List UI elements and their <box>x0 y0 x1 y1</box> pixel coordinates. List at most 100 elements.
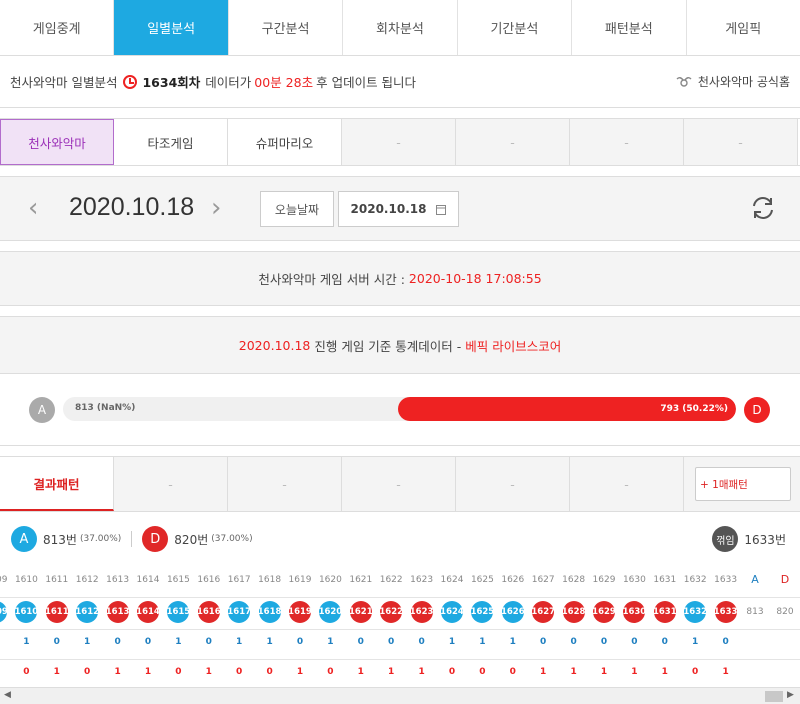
result-ball-cell[interactable]: 1631 <box>650 601 680 623</box>
tab-0[interactable]: 게임중계 <box>0 0 115 55</box>
result-ball-cell[interactable]: 1617 <box>224 601 254 623</box>
result-ball[interactable]: 1625 <box>471 601 494 623</box>
row-a-value: 0 <box>144 637 152 647</box>
result-ball-cell[interactable]: 1629 <box>589 601 619 623</box>
result-ball[interactable]: 1620 <box>319 601 342 623</box>
result-ball-cell[interactable]: 1619 <box>285 601 315 623</box>
result-ball-cell[interactable]: 1630 <box>619 601 649 623</box>
pattern-tab-1[interactable]: - <box>114 457 228 511</box>
server-time-value: 2020-10-18 17:08:55 <box>408 271 542 286</box>
more-pattern-button[interactable]: + 1매패턴 <box>695 467 791 501</box>
result-ball[interactable]: 1609 <box>0 601 8 623</box>
result-ball[interactable]: 1612 <box>75 601 99 623</box>
round-header: 1610 <box>14 575 38 585</box>
pattern-tab-3[interactable]: - <box>342 457 456 511</box>
tab-4[interactable]: 기간분석 <box>458 0 573 55</box>
summary-odd-circle: 꺾임 <box>712 526 739 552</box>
today-button[interactable]: 오늘날짜 <box>260 191 334 227</box>
result-ball[interactable]: 1631 <box>653 601 677 623</box>
tab-2[interactable]: 구간분석 <box>229 0 344 55</box>
tab-1[interactable]: 일별분석 <box>114 0 229 55</box>
official-home-link[interactable]: 천사와악마 공식홈 <box>676 73 790 90</box>
result-ball[interactable]: 1626 <box>501 601 525 623</box>
d-circle: D <box>744 397 770 423</box>
result-ball[interactable]: 1629 <box>592 601 616 623</box>
result-ball[interactable]: 1624 <box>440 601 464 623</box>
subtab-1[interactable]: 타조게임 <box>114 119 228 165</box>
result-ball-cell[interactable]: 1613 <box>103 601 133 623</box>
result-ball[interactable]: 1623 <box>410 601 433 623</box>
result-ball-cell[interactable]: 1614 <box>133 601 163 623</box>
result-ball[interactable]: 1618 <box>258 601 281 623</box>
result-ball[interactable]: 1610 <box>15 601 38 623</box>
next-date-icon[interactable]: › <box>211 195 221 221</box>
result-ball[interactable]: 1616 <box>197 601 221 623</box>
row-d-value: 0 <box>448 667 456 677</box>
result-ball[interactable]: 1633 <box>714 601 737 623</box>
result-ball[interactable]: 1613 <box>106 601 129 623</box>
result-ball-cell[interactable]: 1621 <box>346 601 376 623</box>
result-ball-cell[interactable]: 1620 <box>315 601 345 623</box>
summary-d-count: 820번 <box>174 532 209 547</box>
result-ball[interactable]: 1627 <box>531 601 555 623</box>
result-ball-cell[interactable]: 1618 <box>255 601 285 623</box>
result-ball-cell[interactable]: 1624 <box>437 601 467 623</box>
result-ball[interactable]: 1621 <box>349 601 373 623</box>
subtab-0[interactable]: 천사와악마 <box>0 119 114 165</box>
result-ball[interactable]: 1628 <box>562 601 585 623</box>
row-a-value: 0 <box>600 637 608 647</box>
subtab-5: - <box>570 119 684 165</box>
scroll-right-icon[interactable]: ▶ <box>787 690 794 700</box>
tab-6[interactable]: 게임픽 <box>687 0 800 55</box>
row-a-value: 0 <box>661 637 668 647</box>
result-ball-cell[interactable]: 1628 <box>559 601 589 623</box>
row-d-value: 1 <box>114 667 121 677</box>
result-ball-cell[interactable]: 1611 <box>42 601 72 623</box>
result-ball-cell[interactable]: 1609 <box>0 601 11 623</box>
result-ball-cell[interactable]: 1623 <box>407 601 437 623</box>
result-ball[interactable]: 1614 <box>136 601 160 623</box>
pattern-tab-4[interactable]: - <box>456 457 570 511</box>
row-d-value: 0 <box>479 667 486 677</box>
result-ball[interactable]: 1632 <box>683 601 707 623</box>
result-ball-cell[interactable]: 1615 <box>163 601 193 623</box>
pattern-tab-0[interactable]: 결과패턴 <box>0 457 114 511</box>
row-d-value: 1 <box>570 667 577 677</box>
tab-5[interactable]: 패턴분석 <box>572 0 687 55</box>
official-home-label: 천사와악마 공식홈 <box>697 75 790 89</box>
result-ball[interactable]: 1630 <box>623 601 646 623</box>
result-ball[interactable]: 1619 <box>288 601 312 623</box>
result-ball-cell[interactable]: 1626 <box>498 601 528 623</box>
row-a-value: 0 <box>540 637 547 647</box>
result-ball[interactable]: 1617 <box>227 601 251 623</box>
result-ball[interactable]: 1611 <box>45 601 69 623</box>
pattern-tab-2[interactable]: - <box>228 457 342 511</box>
result-ball-cell[interactable]: 1627 <box>528 601 558 623</box>
result-ball-cell[interactable]: 1633 <box>711 601 741 623</box>
result-grid: 1609 1609 1 0 1610 1610 1 0 1611 1611 0 1 1612 1612 1 0… <box>0 569 800 687</box>
row-d-value: 0 <box>509 667 516 677</box>
scroll-left-icon[interactable]: ◀ <box>4 690 11 700</box>
date-picker-field[interactable]: 2020.10.18 <box>338 191 459 227</box>
tab-3[interactable]: 회차분석 <box>343 0 458 55</box>
result-ball[interactable]: 1622 <box>379 601 403 623</box>
row-a-value: 1 <box>448 637 456 647</box>
result-ball-cell[interactable]: 1616 <box>194 601 224 623</box>
scroll-thumb[interactable] <box>765 691 783 702</box>
refresh-icon[interactable] <box>750 195 776 221</box>
round-header: 1623 <box>410 575 434 585</box>
main-tabs: 게임중계 일별분석 구간분석 회차분석 기간분석 패턴분석 게임픽 <box>0 0 800 56</box>
result-ball-cell[interactable]: 1610 <box>11 601 41 623</box>
result-ball-cell[interactable]: 1622 <box>376 601 406 623</box>
result-ball-cell[interactable]: 1612 <box>72 601 102 623</box>
row-a-value: 1 <box>266 637 273 647</box>
subtab-2[interactable]: 슈퍼마리오 <box>228 119 342 165</box>
prev-date-icon[interactable]: ‹ <box>28 195 38 221</box>
horizontal-scrollbar[interactable]: ◀ ▶ <box>0 687 800 704</box>
stats-title: 2020.10.18 진행 게임 기준 통계데이터 - 베픽 라이브스코어 <box>0 317 800 374</box>
result-ball[interactable]: 1615 <box>167 601 190 623</box>
result-ball-cell[interactable]: 1625 <box>467 601 497 623</box>
row-a-value: 1 <box>692 637 699 647</box>
pattern-tab-5[interactable]: - <box>570 457 684 511</box>
result-ball-cell[interactable]: 1632 <box>680 601 710 623</box>
